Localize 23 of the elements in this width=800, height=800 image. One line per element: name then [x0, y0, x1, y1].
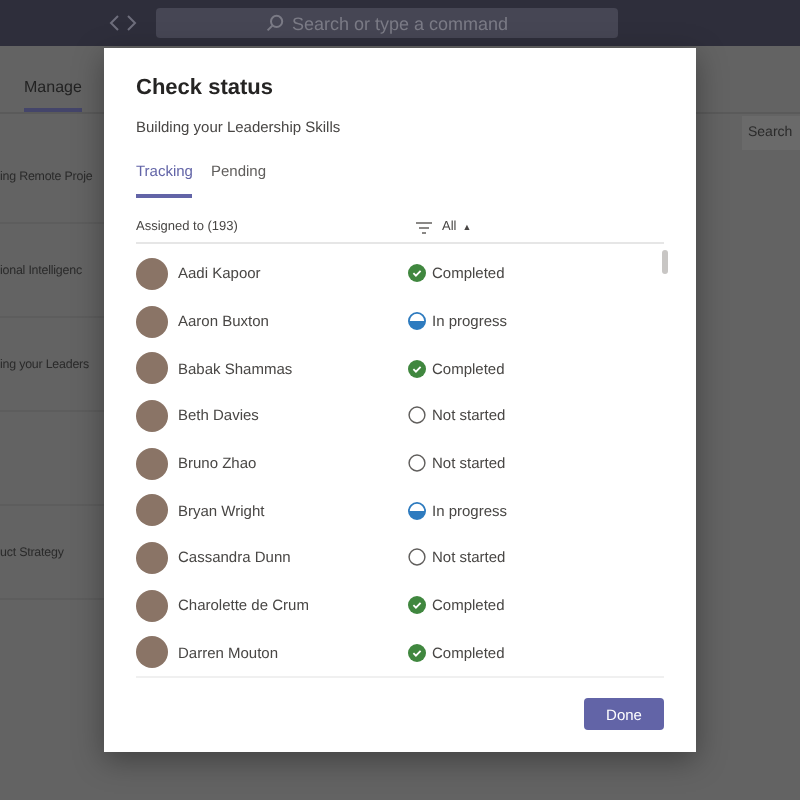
- check-circle-icon: [408, 643, 426, 662]
- check-circle-icon: [408, 359, 426, 378]
- avatar: [136, 447, 168, 480]
- avatar: [136, 352, 168, 385]
- avatar: [136, 399, 168, 432]
- avatar: [136, 541, 168, 574]
- check-circle-icon: [408, 596, 426, 615]
- filter-icon[interactable]: [416, 221, 432, 233]
- check-circle-icon: [408, 264, 426, 283]
- half-circle-icon: [408, 501, 426, 520]
- scrollbar-thumb[interactable]: [662, 250, 668, 274]
- avatar: [136, 305, 168, 338]
- avatar: [136, 494, 168, 527]
- dialog-title: Check status: [136, 76, 275, 100]
- empty-circle-icon: [408, 548, 426, 567]
- avatar: [136, 257, 168, 290]
- avatar: [136, 589, 168, 622]
- half-circle-icon: [408, 312, 426, 331]
- avatar: [136, 636, 168, 669]
- empty-circle-icon: [408, 406, 426, 425]
- search-icon: [265, 14, 284, 32]
- empty-circle-icon: [408, 454, 426, 473]
- manage-tab[interactable]: Manage: [24, 78, 82, 112]
